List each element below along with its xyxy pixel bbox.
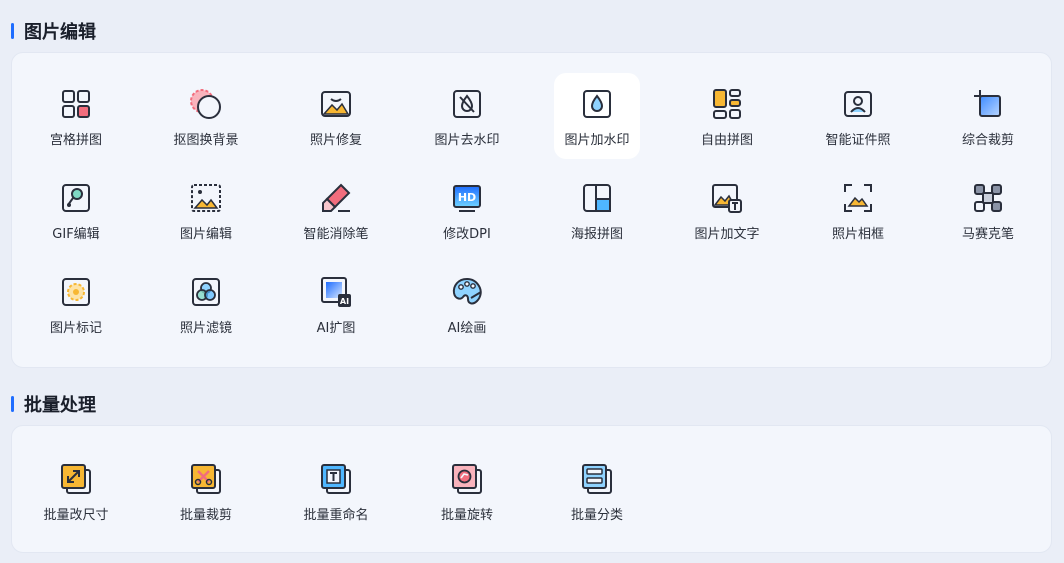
tool-photo-frame[interactable]: 照片相框: [815, 167, 901, 253]
svg-text:HD: HD: [458, 191, 476, 204]
tool-label: 自由拼图: [700, 133, 753, 148]
tool-change-dpi[interactable]: HD 修改DPI: [424, 167, 510, 253]
eraser-pen-icon: [319, 181, 353, 215]
edit-tools-panel: 宫格拼图 抠图换背景 照片修复 图片去水印 图片加水印 自由拼图 智能证件照 综…: [11, 52, 1052, 368]
tool-label: 批量分类: [570, 508, 623, 523]
filter-icon: [189, 275, 223, 309]
tool-label: 图片去水印: [434, 133, 500, 148]
tool-label: GIF编辑: [52, 227, 100, 242]
tool-photo-repair[interactable]: 照片修复: [293, 73, 379, 159]
tool-batch-rotate[interactable]: 批量旋转: [424, 448, 510, 534]
tool-label: 批量改尺寸: [43, 508, 109, 523]
photo-frame-icon: [841, 181, 875, 215]
tool-label: 图片标记: [49, 321, 102, 336]
tool-label: 修改DPI: [443, 227, 491, 242]
tool-add-text[interactable]: 图片加文字: [684, 167, 770, 253]
tool-grid-collage[interactable]: 宫格拼图: [33, 73, 119, 159]
tool-label: 图片编辑: [179, 227, 232, 242]
accent-bar: [11, 396, 14, 412]
ai-expand-icon: AI: [319, 275, 353, 309]
tool-batch-rename[interactable]: 批量重命名: [293, 448, 379, 534]
tool-label: 图片加文字: [694, 227, 760, 242]
tool-photo-filter[interactable]: 照片滤镜: [163, 261, 249, 347]
tool-image-edit[interactable]: 图片编辑: [163, 167, 249, 253]
tool-label: 智能消除笔: [303, 227, 369, 242]
tool-ai-expand[interactable]: AI AI扩图: [293, 261, 379, 347]
tool-label: 综合裁剪: [961, 133, 1014, 148]
tool-label: 照片修复: [309, 133, 362, 148]
poster-collage-icon: [580, 181, 614, 215]
batch-tools-panel: 批量改尺寸 批量裁剪 批量重命名 批量旋转 批量分类: [11, 425, 1052, 553]
tool-add-watermark[interactable]: 图片加水印: [554, 73, 640, 159]
section-title-text: 图片编辑: [24, 22, 96, 43]
id-photo-icon: [841, 87, 875, 121]
photo-repair-icon: [319, 87, 353, 121]
tool-ai-painting[interactable]: AI绘画: [424, 261, 510, 347]
image-edit-icon: [189, 181, 223, 215]
tool-image-mark[interactable]: 图片标记: [33, 261, 119, 347]
section-title-edit: 图片编辑: [11, 18, 96, 44]
add-watermark-icon: [580, 87, 614, 121]
tool-label: 马赛克笔: [961, 227, 1014, 242]
remove-watermark-icon: [450, 87, 484, 121]
tool-label: AI扩图: [316, 321, 356, 336]
ai-paint-palette-icon: [450, 275, 484, 309]
tool-gif-edit[interactable]: GIF编辑: [33, 167, 119, 253]
tool-batch-classify[interactable]: 批量分类: [554, 448, 640, 534]
section-title-text: 批量处理: [24, 395, 96, 416]
tool-label: 照片滤镜: [179, 321, 232, 336]
hd-dpi-icon: HD: [450, 181, 484, 215]
mark-icon: [59, 275, 93, 309]
batch-rotate-icon: [450, 462, 484, 496]
tool-batch-crop[interactable]: 批量裁剪: [163, 448, 249, 534]
tool-label: 照片相框: [831, 227, 884, 242]
tool-label: 图片加水印: [564, 133, 630, 148]
tool-eraser-pen[interactable]: 智能消除笔: [293, 167, 379, 253]
tool-label: AI绘画: [447, 321, 487, 336]
tool-cutout-background[interactable]: 抠图换背景: [163, 73, 249, 159]
tool-free-collage[interactable]: 自由拼图: [684, 73, 770, 159]
batch-resize-icon: [59, 462, 93, 496]
svg-text:AI: AI: [340, 297, 349, 306]
grid-icon: [59, 87, 93, 121]
cutout-icon: [189, 87, 223, 121]
crop-icon: [971, 87, 1005, 121]
tool-label: 宫格拼图: [49, 133, 102, 148]
tool-label: 批量旋转: [440, 508, 493, 523]
tool-batch-resize[interactable]: 批量改尺寸: [33, 448, 119, 534]
tool-label: 批量重命名: [303, 508, 369, 523]
tool-id-photo[interactable]: 智能证件照: [815, 73, 901, 159]
tool-label: 批量裁剪: [179, 508, 232, 523]
tool-label: 智能证件照: [825, 133, 891, 148]
batch-rename-icon: [319, 462, 353, 496]
add-text-icon: [710, 181, 744, 215]
tool-label: 海报拼图: [570, 227, 623, 242]
batch-crop-icon: [189, 462, 223, 496]
tool-mosaic-pen[interactable]: 马赛克笔: [945, 167, 1031, 253]
batch-classify-icon: [580, 462, 614, 496]
gif-edit-icon: [59, 181, 93, 215]
free-collage-icon: [710, 87, 744, 121]
mosaic-icon: [971, 181, 1005, 215]
tool-poster-collage[interactable]: 海报拼图: [554, 167, 640, 253]
tool-label: 抠图换背景: [173, 133, 239, 148]
accent-bar: [11, 23, 14, 39]
tool-remove-watermark[interactable]: 图片去水印: [424, 73, 510, 159]
section-title-batch: 批量处理: [11, 391, 96, 417]
tool-crop[interactable]: 综合裁剪: [945, 73, 1031, 159]
